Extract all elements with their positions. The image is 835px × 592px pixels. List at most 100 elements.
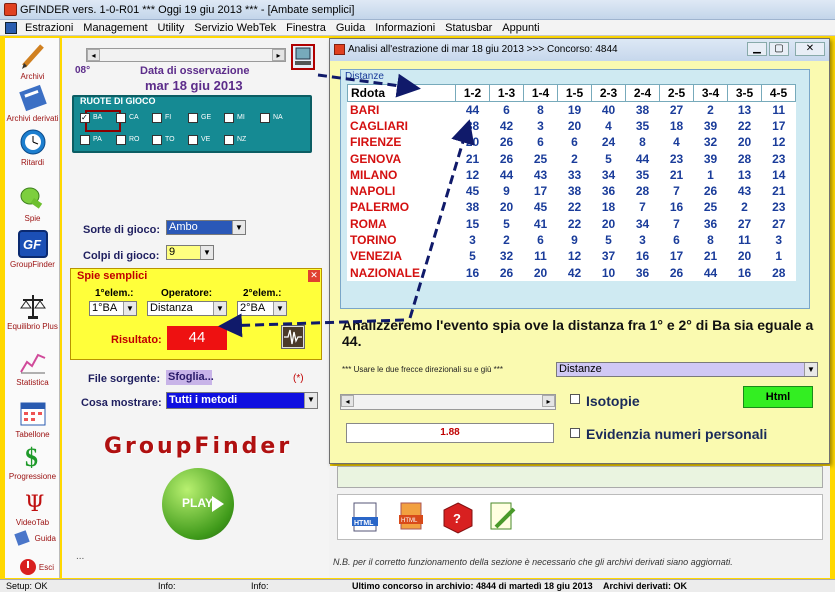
close-window-button[interactable]: ✕ [795, 42, 825, 56]
html-file-icon[interactable]: HTML [352, 501, 380, 535]
date-scrollbar[interactable]: ◂ ▸ [86, 48, 286, 62]
sidebar-equilibrio[interactable]: Equilibrio Plus [5, 292, 60, 331]
obs-title: Data di osservazione [140, 65, 250, 77]
distance-cell: 25 [523, 150, 558, 167]
maximize-button[interactable]: ▢ [769, 42, 789, 56]
ruota-checkbox-pa[interactable] [80, 135, 90, 145]
sidebar-groupfinder[interactable]: GF GroupFinder [5, 230, 60, 269]
column-header-3-5[interactable]: 3-5 [727, 84, 762, 102]
status-ultimo: Ultimo concorso in archivio: 4844 di mar… [352, 581, 593, 591]
column-header-2-4[interactable]: 2-4 [625, 84, 660, 102]
minimize-button[interactable]: ▁ [747, 42, 767, 56]
ruota-checkbox-nz[interactable] [224, 135, 234, 145]
column-header-2-3[interactable]: 2-3 [591, 84, 626, 102]
menu-statusbar[interactable]: Statusbar [440, 22, 497, 34]
sidebar-archivi-derivati[interactable]: Archivi derivati [5, 84, 60, 123]
menu-guida[interactable]: Guida [331, 22, 370, 34]
sfoglia-button[interactable]: Sfoglia... [166, 370, 214, 385]
svg-text:HTML: HTML [354, 520, 374, 527]
svg-text:Ψ: Ψ [25, 492, 44, 516]
ruota-checkbox-ca[interactable] [116, 113, 126, 123]
distance-cell: 11 [523, 248, 558, 265]
colpi-select[interactable]: 9 ▼ [166, 245, 214, 260]
menu-informazioni[interactable]: Informazioni [370, 22, 440, 34]
column-header-ruota[interactable]: Rdota [347, 84, 456, 102]
sidebar-tabellone[interactable]: Tabellone [5, 400, 60, 439]
op-select[interactable]: Distanza ▼ [147, 301, 227, 316]
ruota-label-pa: PA [93, 136, 102, 143]
html-button[interactable]: Html [743, 386, 813, 408]
edit-document-icon[interactable] [488, 501, 518, 535]
status-bar: Setup: OK Info: Info: Ultimo concorso in… [0, 579, 835, 592]
distance-cell: 44 [455, 101, 490, 118]
scroll-left-icon[interactable]: ◂ [341, 395, 354, 407]
sidebar-statistica[interactable]: Statistica [5, 348, 60, 387]
ruota-checkbox-to[interactable] [152, 135, 162, 145]
distance-cell: 36 [693, 215, 728, 232]
distance-cell: 44 [489, 166, 524, 183]
distance-cell: 44 [625, 150, 660, 167]
distance-cell: 39 [693, 117, 728, 135]
table-row: TORINO 3 2 6 9 5 3 6 8 11 3 [347, 231, 796, 249]
sorte-select[interactable]: Ambo ▼ [166, 220, 246, 235]
sidebar-ritardi[interactable]: Ritardi [5, 128, 60, 167]
menu-appunti[interactable]: Appunti [497, 22, 544, 34]
menu-estrazioni[interactable]: Estrazioni [20, 22, 78, 34]
column-header-2-5[interactable]: 2-5 [659, 84, 694, 102]
sidebar-spie[interactable]: Spie [5, 184, 60, 223]
column-header-1-5[interactable]: 1-5 [557, 84, 592, 102]
sidebar-archivi[interactable]: Archivi [5, 42, 60, 81]
evidenzia-checkbox[interactable] [570, 428, 580, 438]
menu-utility[interactable]: Utility [153, 22, 190, 34]
scroll-right-icon[interactable]: ▸ [272, 49, 285, 61]
ruota-checkbox-fi[interactable] [152, 113, 162, 123]
el2-select[interactable]: 2°BA ▼ [237, 301, 287, 316]
cosa-select[interactable]: Tutti i metodi ▼ [166, 392, 318, 409]
distance-cell: 6 [489, 101, 524, 118]
ruota-checkbox-ro[interactable] [116, 135, 126, 145]
sidebar-guida[interactable]: Guida [5, 530, 60, 548]
distance-cell: 1 [693, 166, 728, 183]
signal-button[interactable] [281, 325, 305, 349]
distance-cell: 26 [489, 150, 524, 167]
scroll-right-icon[interactable]: ▸ [542, 395, 555, 407]
ruota-checkbox-ba[interactable]: ✓ [80, 113, 90, 123]
close-icon[interactable]: ✕ [308, 270, 320, 282]
ruota-checkbox-ve[interactable] [188, 135, 198, 145]
ruota-checkbox-mi[interactable] [224, 113, 234, 123]
column-header-1-2[interactable]: 1-2 [455, 84, 490, 102]
ruota-label-nz: NZ [237, 136, 247, 143]
sidebar-esci[interactable]: Esci [5, 558, 60, 578]
distance-cell: 6 [659, 231, 694, 249]
sidebar-videotab[interactable]: Ψ VideoTab [5, 488, 60, 527]
html-export-icon[interactable]: HTML [398, 501, 426, 535]
ruota-checkbox-na[interactable] [260, 113, 270, 123]
column-header-3-4[interactable]: 3-4 [693, 84, 728, 102]
isotopie-checkbox[interactable] [570, 394, 580, 404]
distance-cell: 3 [455, 231, 490, 249]
distance-cell: 37 [591, 248, 626, 265]
ruota-checkbox-ge[interactable] [188, 113, 198, 123]
column-header-4-5[interactable]: 4-5 [761, 84, 796, 102]
ruota-label-mi: MI [237, 114, 245, 121]
week-label: 08° [75, 65, 91, 76]
distance-cell: 10 [591, 264, 626, 281]
menu-finestra[interactable]: Finestra [281, 22, 331, 34]
help-dice-icon[interactable]: ? [442, 501, 474, 535]
menu-management[interactable]: Management [78, 22, 152, 34]
window-icon [334, 44, 345, 55]
calendar-button[interactable] [291, 44, 315, 70]
analysis-scrollbar[interactable]: ◂ ▸ [340, 394, 556, 410]
distance-cell: 19 [557, 101, 592, 118]
risultato-value: 44 [167, 326, 227, 350]
column-header-1-4[interactable]: 1-4 [523, 84, 558, 102]
sidebar-progressione[interactable]: $ Progressione [5, 442, 60, 481]
el1-select[interactable]: 1°BA ▼ [89, 301, 137, 316]
play-button[interactable]: PLAY [162, 468, 234, 540]
mdi-icon[interactable] [5, 21, 17, 34]
distanze-select[interactable]: Distanze ▼ [556, 362, 818, 377]
distance-cell: 2 [557, 150, 592, 167]
scroll-left-icon[interactable]: ◂ [87, 49, 100, 61]
column-header-1-3[interactable]: 1-3 [489, 84, 524, 102]
menu-webtek[interactable]: Servizio WebTek [189, 22, 281, 34]
